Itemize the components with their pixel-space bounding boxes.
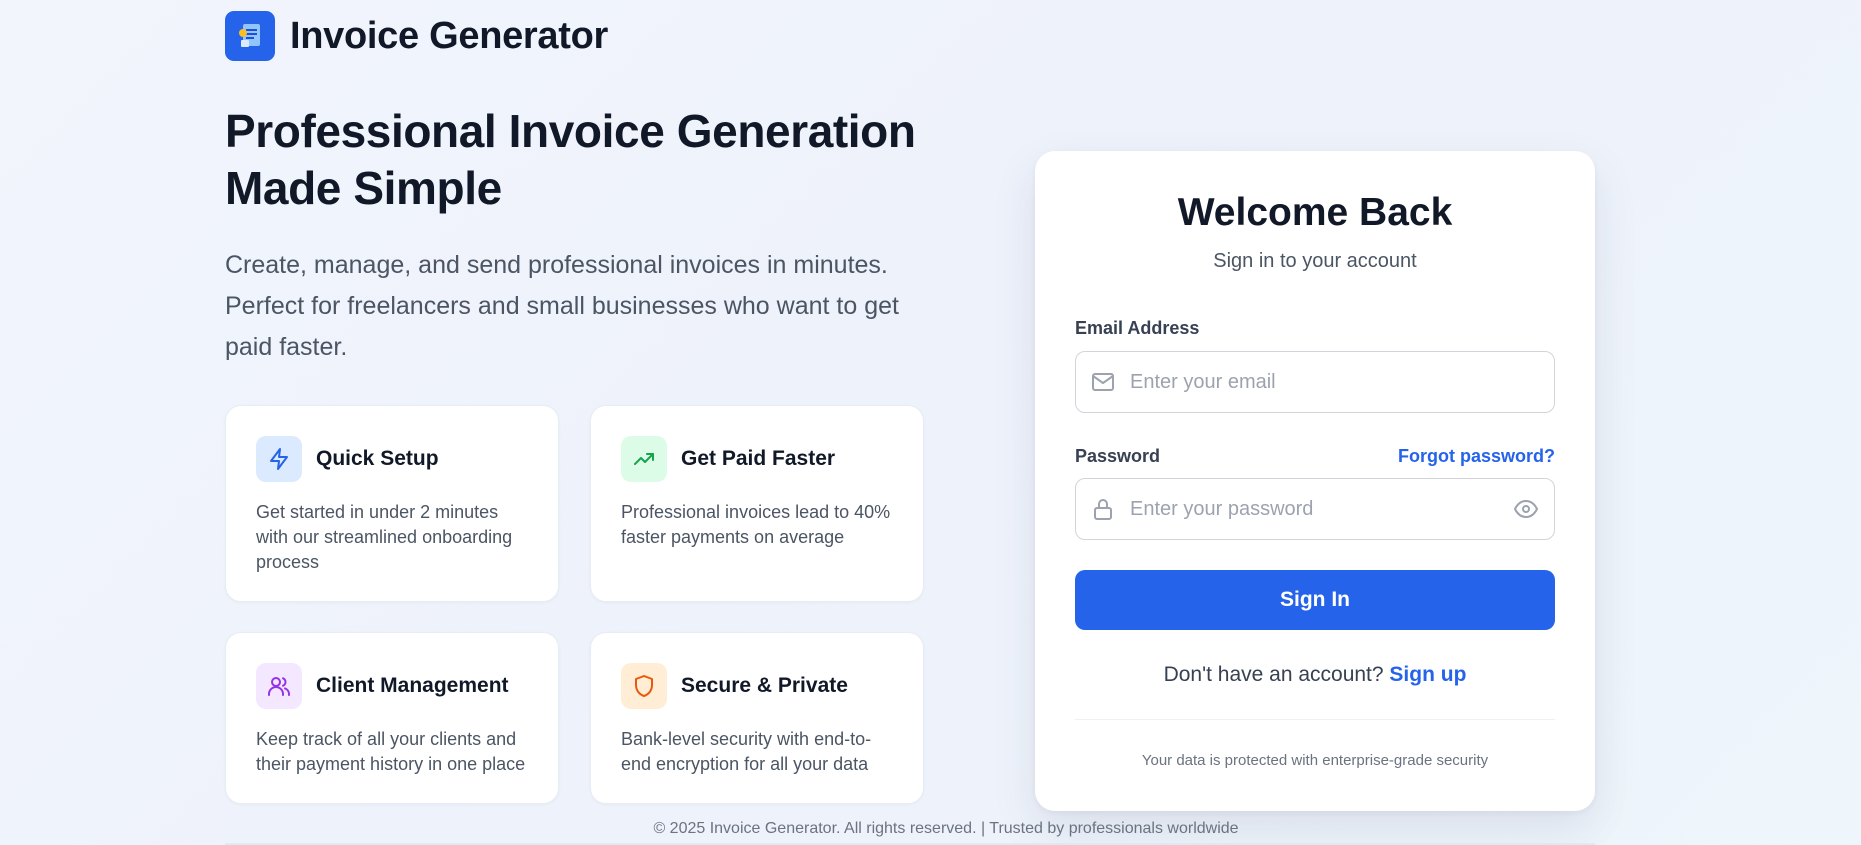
forgot-password-link[interactable]: Forgot password?	[1398, 446, 1555, 467]
lightning-icon	[256, 436, 302, 482]
login-title: Welcome Back	[1177, 191, 1453, 234]
divider	[1075, 719, 1555, 720]
mail-icon	[1090, 369, 1116, 395]
invoice-logo-icon	[225, 11, 275, 61]
users-icon	[256, 663, 302, 709]
password-label: Password	[1075, 446, 1161, 466]
footer-text: © 2025 Invoice Generator. All rights res…	[653, 820, 1239, 837]
feature-card-get-paid-faster: Get Paid Faster Professional invoices le…	[590, 405, 924, 602]
hero-subtitle: Create, manage, and send professional in…	[225, 251, 899, 361]
feature-title: Get Paid Faster	[681, 447, 836, 470]
feature-card-quick-setup: Quick Setup Get started in under 2 minut…	[225, 405, 559, 602]
email-field[interactable]	[1130, 370, 1540, 394]
feature-title: Secure & Private	[681, 674, 848, 697]
brand[interactable]: Invoice Generator	[225, 11, 608, 61]
password-field-wrapper	[1075, 478, 1555, 540]
feature-description: Bank-level security with end-to-end encr…	[621, 729, 872, 774]
lock-icon	[1090, 496, 1116, 522]
hero-title: Professional Invoice Generation Made Sim…	[225, 105, 916, 214]
sign-in-button[interactable]: Sign In	[1075, 570, 1555, 630]
feature-description: Keep track of all your clients and their…	[256, 729, 526, 774]
email-label: Email Address	[1075, 318, 1200, 338]
email-field-wrapper	[1075, 351, 1555, 413]
show-password-icon[interactable]	[1512, 495, 1540, 523]
signup-prompt-row: Don't have an account? Sign up	[1035, 663, 1595, 687]
security-note: Your data is protected with enterprise-g…	[1141, 752, 1489, 769]
feature-card-secure-private: Secure & Private Bank-level security wit…	[590, 632, 924, 804]
brand-name: Invoice Generator	[290, 14, 609, 57]
feature-description: Get started in under 2 minutes with our …	[256, 502, 513, 572]
feature-title: Quick Setup	[316, 447, 439, 470]
feature-card-client-management: Client Management Keep track of all your…	[225, 632, 559, 804]
login-subtitle: Sign in to your account	[1213, 250, 1417, 272]
password-field[interactable]	[1130, 497, 1512, 521]
feature-description: Professional invoices lead to 40% faster…	[621, 502, 891, 547]
login-card: Welcome Back Sign in to your account Ema…	[1035, 151, 1595, 811]
feature-title: Client Management	[316, 674, 509, 697]
sign-up-link[interactable]: Sign up	[1389, 663, 1466, 686]
signup-prompt: Don't have an account?	[1163, 663, 1384, 686]
trending-up-icon	[621, 436, 667, 482]
shield-icon	[621, 663, 667, 709]
